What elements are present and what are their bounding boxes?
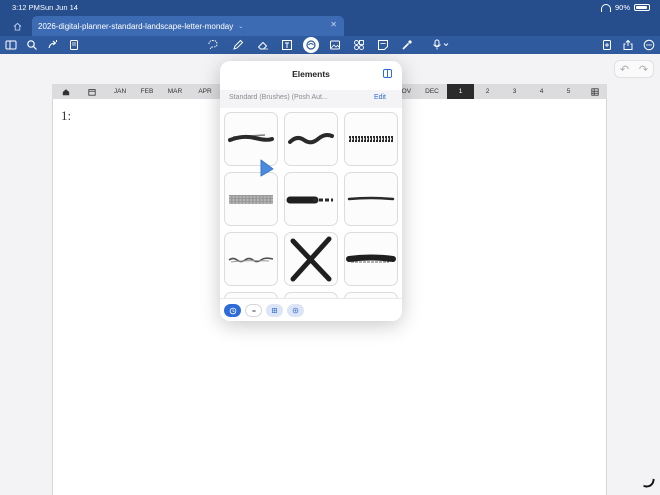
elements-popover: Elements Standard (Brushes) (Posh Aut...… [220, 61, 402, 321]
element-tile-brush-heavy[interactable] [284, 172, 338, 226]
redo-icon[interactable]: ↷ [639, 63, 648, 76]
chevron-down-icon[interactable]: ⌄ [238, 23, 243, 30]
wifi-icon [600, 3, 611, 12]
lasso-icon[interactable] [206, 38, 220, 52]
undo-redo-group: ↶ ↷ [614, 60, 654, 78]
elements-grid [224, 112, 398, 298]
pointer-cursor-icon [260, 159, 274, 177]
document-tab-title: 2026-digital-planner-standard-landscape-… [38, 21, 234, 31]
edit-button[interactable]: Edit [374, 94, 386, 101]
pen-icon[interactable] [231, 38, 245, 52]
export-icon[interactable] [621, 38, 635, 52]
status-time: 3:12 PM [12, 3, 40, 12]
element-tile-brush-squiggle[interactable] [224, 232, 278, 286]
laser-pointer-icon[interactable] [400, 38, 414, 52]
collapse-icon[interactable] [245, 304, 262, 317]
microphone-icon[interactable] [430, 38, 452, 52]
document-icon[interactable] [67, 38, 81, 52]
planner-home-icon[interactable] [58, 84, 74, 99]
element-tile-brush-x-mark[interactable] [284, 232, 338, 286]
calendar-icon[interactable] [84, 84, 100, 99]
search-icon[interactable] [25, 38, 39, 52]
element-tile-brush-textured-band[interactable] [224, 172, 278, 226]
status-right: 90% [600, 3, 650, 12]
recent-icon[interactable] [224, 304, 241, 317]
nav-month-mar[interactable]: MAR [164, 84, 186, 99]
element-tile-brush-dry[interactable] [344, 232, 398, 286]
add-icon[interactable] [287, 304, 304, 317]
eraser-icon[interactable] [256, 38, 270, 52]
status-bar: 3:12 PM Sun Jun 14 90% [0, 3, 660, 15]
collection-name[interactable]: Standard (Brushes) (Posh Aut... [229, 94, 328, 101]
battery-percent: 90% [614, 3, 630, 12]
nav-month-apr[interactable]: APR [194, 84, 216, 99]
nav-day-2[interactable]: 2 [474, 84, 501, 99]
page-curl-icon[interactable] [643, 477, 655, 489]
close-tab-icon[interactable]: ✕ [330, 20, 337, 29]
nav-day-5[interactable]: 5 [555, 84, 582, 99]
popover-title: Elements [292, 69, 330, 79]
image-icon[interactable] [328, 38, 342, 52]
elements-icon[interactable] [303, 37, 319, 53]
nav-day-4[interactable]: 4 [528, 84, 555, 99]
home-tab[interactable] [6, 19, 28, 33]
element-tile-brush-wave[interactable] [284, 112, 338, 166]
nav-month-jan[interactable]: JAN [109, 84, 131, 99]
more-icon[interactable] [642, 38, 656, 52]
grid-icon[interactable] [266, 304, 283, 317]
collection-header: Standard (Brushes) (Posh Aut... Edit [220, 90, 402, 108]
undo-icon[interactable]: ↶ [620, 63, 629, 76]
nav-day-3[interactable]: 3 [501, 84, 528, 99]
shapes-icon[interactable] [352, 38, 366, 52]
element-tile-brush-thin-line[interactable] [344, 172, 398, 226]
status-date: Sun Jun 14 [40, 3, 78, 12]
text-box-icon[interactable] [280, 38, 294, 52]
add-page-icon[interactable] [600, 38, 614, 52]
nav-month-dec[interactable]: DEC [420, 84, 444, 99]
nav-month-feb[interactable]: FEB [136, 84, 158, 99]
share-link-icon[interactable] [46, 38, 60, 52]
sticky-note-icon[interactable] [376, 38, 390, 52]
sidebar-icon[interactable] [4, 38, 18, 52]
home-icon [13, 22, 21, 31]
toolbar [0, 36, 660, 54]
element-tile-brush-dotted[interactable] [344, 112, 398, 166]
tab-row: 2026-digital-planner-standard-landscape-… [0, 16, 660, 36]
split-view-icon[interactable] [383, 69, 392, 78]
popover-footer [220, 298, 402, 321]
document-tab[interactable]: 2026-digital-planner-standard-landscape-… [32, 16, 344, 36]
nav-day-1[interactable]: 1 [447, 84, 474, 99]
app-header: 3:12 PM Sun Jun 14 90% 2026-digital-plan… [0, 0, 660, 54]
grid-view-icon[interactable] [588, 84, 602, 99]
battery-icon [634, 4, 650, 11]
day-label: 1: [61, 108, 72, 123]
